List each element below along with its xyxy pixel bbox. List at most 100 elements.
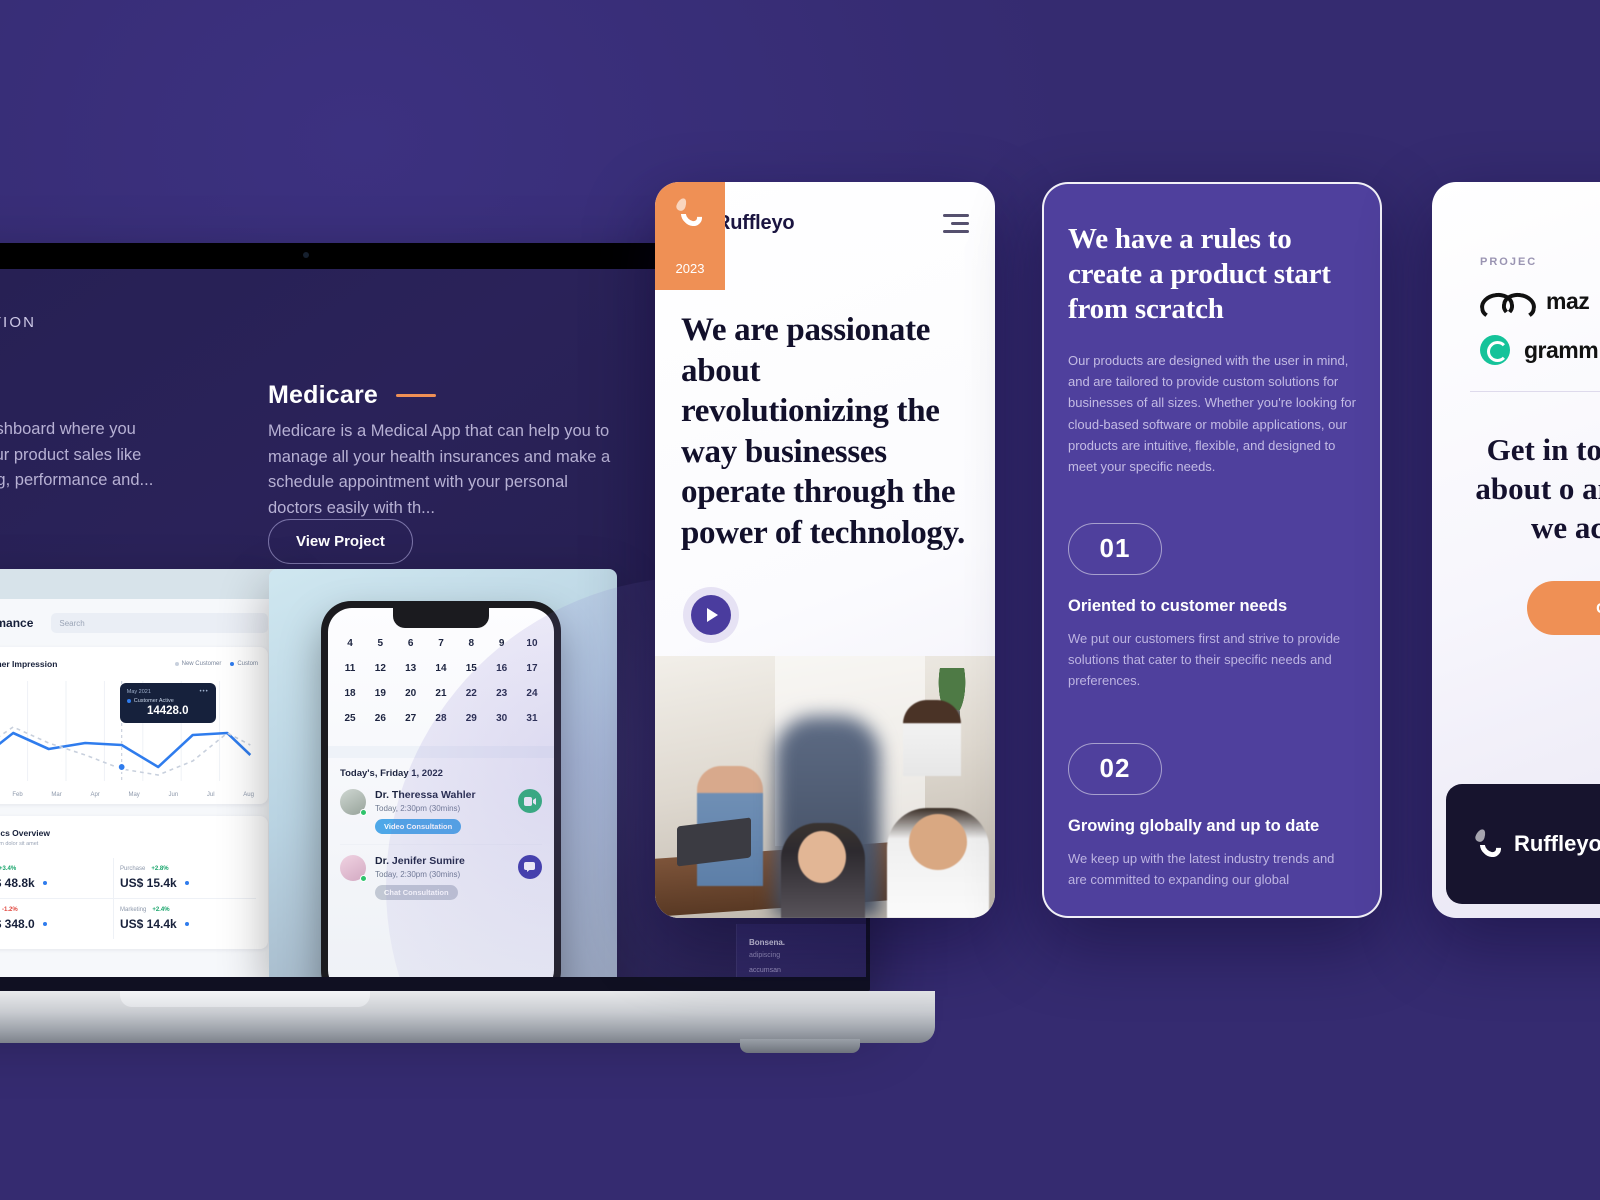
client-logo-row: maz (1480, 288, 1600, 315)
client-logo-label: maz (1546, 288, 1590, 314)
calendar-day[interactable]: 4 (342, 638, 358, 649)
calendar-day[interactable]: 13 (403, 663, 419, 674)
laptop-base (0, 991, 935, 1043)
calendar-day[interactable]: 28 (433, 713, 449, 724)
calendar-row: 11 12 13 14 15 16 17 (342, 663, 540, 674)
rule-number-chip: 02 (1068, 742, 1162, 795)
x-tick: Feb (12, 792, 23, 798)
tooltip-date: May 2021 (126, 689, 151, 695)
avatar (340, 855, 367, 882)
calendar-day[interactable]: 24 (524, 688, 540, 699)
calendar-day[interactable]: 30 (494, 713, 510, 724)
appointment-time: Today, 2:30pm (30mins) (375, 870, 461, 879)
stat-cell: Purchase +2.8% US$ 15.4k (114, 858, 256, 899)
calendar-day[interactable]: 12 (372, 663, 388, 674)
consultation-type-badge: Video Consultation (375, 819, 462, 834)
calendar-day[interactable]: 15 (463, 663, 479, 674)
projects-label: PROJEC (1480, 256, 1538, 268)
accent-rule (396, 393, 436, 398)
calendar-day[interactable]: 22 (463, 688, 479, 699)
consultation-type-badge: Chat Consultation (375, 885, 458, 900)
mini-text-block: Bonsena. adipiscingaccumsanlacus est (736, 924, 866, 977)
project-heading: Medicare (268, 381, 436, 410)
calendar-day[interactable]: 20 (403, 688, 419, 699)
ruffleyo-logo-icon (675, 196, 707, 231)
stat-value: US$ 15.4k (120, 876, 250, 890)
calendar-day[interactable]: 9 (494, 638, 510, 649)
x-tick: Apr (90, 792, 100, 798)
contact-nav-item[interactable]: Of (1432, 182, 1600, 214)
appointment-row[interactable]: Dr. Theressa Wahler Today, 2:30pm (30min… (340, 779, 542, 844)
stat-delta: +2.4% (152, 907, 170, 913)
line-chart: May 2021 ••• Customer Active 14428.0 (0, 677, 258, 789)
grammarly-logo-icon (1480, 335, 1510, 365)
appointment-details: Dr. Theressa Wahler Today, 2:30pm (30min… (375, 789, 509, 834)
calendar-day[interactable]: 17 (524, 663, 540, 674)
hero-card: Ruffleyo We are passionate about revolut… (655, 182, 995, 918)
calendar-day[interactable]: 8 (463, 638, 479, 649)
dashboard-topbar (0, 569, 284, 599)
calendar-day[interactable]: 27 (403, 713, 419, 724)
stat-label-row: Return -1.2% (0, 907, 107, 913)
view-project-button[interactable]: View Project (268, 519, 413, 564)
customer-impression-card: Customer Impression New Customer Custom (0, 647, 268, 804)
stat-value: US$ 348.0 (0, 917, 107, 931)
avatar (340, 789, 367, 816)
mazer-logo-icon (1480, 289, 1532, 315)
hero-headline: We are passionate about revolutionizing … (681, 312, 965, 551)
video-camera-icon[interactable] (518, 789, 542, 813)
chat-bubble-icon[interactable] (518, 855, 542, 879)
stat-cell: Return -1.2% US$ 348.0 (0, 899, 114, 939)
calendar-day[interactable]: 29 (463, 713, 479, 724)
calendar-day[interactable]: 7 (433, 638, 449, 649)
project-title: Medicare (268, 381, 378, 409)
mini-text-body: adipiscingaccumsanlacus est (749, 952, 781, 974)
rules-headline: We have a rules to create a product star… (1068, 223, 1331, 325)
client-logo-list: maz gramm (1480, 288, 1600, 365)
screenshot-stage: BORATION alytics Dashboard where youvity… (0, 0, 1600, 1200)
calendar-day[interactable]: 11 (342, 663, 358, 674)
contact-card: Of PROJEC maz gramm Get in to today to a… (1432, 182, 1600, 918)
x-tick: Jun (168, 792, 179, 798)
client-logo-row: gramm (1480, 335, 1600, 365)
calendar-day[interactable]: 31 (524, 713, 540, 724)
contact-headline: Get in to today to about o and se how we… (1475, 432, 1600, 546)
get-in-touch-button[interactable]: G (1527, 581, 1600, 636)
x-tick: May (128, 792, 140, 798)
client-logo-label: gramm (1524, 336, 1599, 363)
calendar-day[interactable]: 5 (372, 638, 388, 649)
hamburger-menu-icon[interactable] (943, 213, 969, 233)
calendar-day[interactable]: 18 (342, 688, 358, 699)
left-column-paragraph: alytics Dashboard where youvity for your… (0, 420, 154, 490)
divider (1470, 391, 1600, 392)
tooltip-header: May 2021 ••• (127, 689, 209, 695)
doctor-name: Dr. Jenifer Sumire (375, 855, 465, 867)
calendar-day[interactable]: 21 (433, 688, 449, 699)
calendar-day[interactable]: 14 (433, 663, 449, 674)
legend-active-customer: Custom (230, 661, 258, 667)
calendar-day[interactable]: 25 (342, 713, 358, 724)
chart-title: Customer Impression (0, 659, 58, 669)
calendar-day[interactable]: 19 (372, 688, 388, 699)
photo-person-3 (887, 808, 989, 918)
stat-value: US$ 14.4k (120, 917, 250, 931)
doctor-name: Dr. Theressa Wahler (375, 789, 476, 801)
calendar-day[interactable]: 16 (494, 663, 510, 674)
office-photo (655, 656, 995, 918)
appointment-row[interactable]: Dr. Jenifer Sumire Today, 2:30pm (30mins… (340, 844, 542, 910)
dashboard-body: Performance Search Customer Impression N… (0, 599, 284, 963)
calendar-day[interactable]: 10 (524, 638, 540, 649)
calendar-day[interactable]: 6 (403, 638, 419, 649)
calendar-day[interactable]: 26 (372, 713, 388, 724)
play-button-icon[interactable] (683, 587, 739, 644)
calendar-row: 25 26 27 28 29 30 31 (342, 713, 540, 724)
calendar-day[interactable]: 23 (494, 688, 510, 699)
stat-cell: Marketing +2.4% US$ 14.4k (114, 899, 256, 939)
dashboard-search-input[interactable]: Search (51, 613, 268, 633)
year-badge: 2023 (655, 182, 725, 290)
project-paragraph: Medicare is a Medical App that can help … (268, 422, 611, 518)
chart-header: Customer Impression New Customer Custom (0, 659, 258, 669)
laptop-foot (740, 1039, 860, 1053)
phone-notch (393, 608, 489, 628)
tooltip-label: Customer Active (126, 698, 209, 704)
